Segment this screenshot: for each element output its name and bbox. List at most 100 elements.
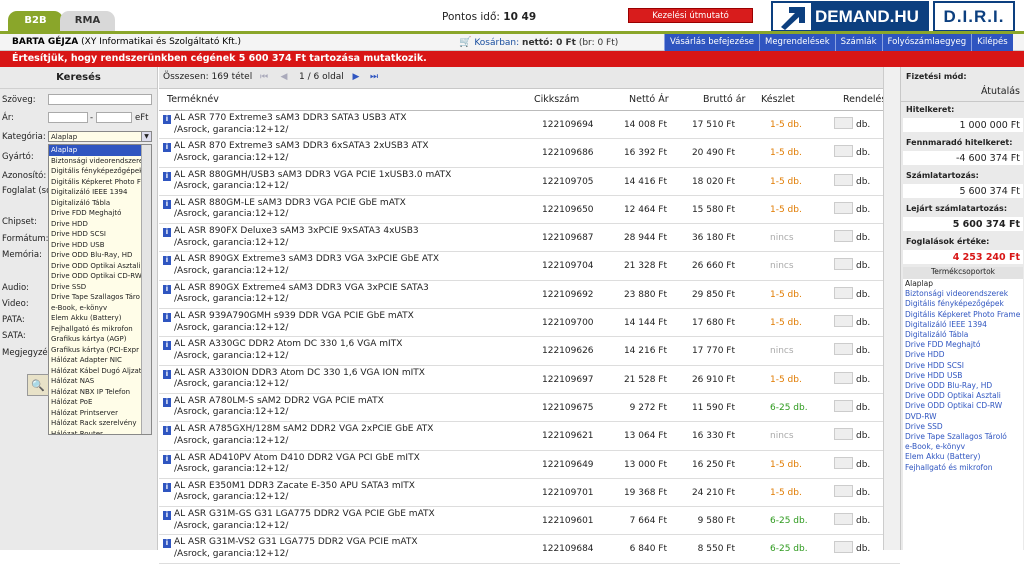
category-option[interactable]: Digitális fényképezőgépek: [49, 166, 151, 177]
product-group-link[interactable]: Drive ODD Optikai Asztali: [903, 391, 1023, 401]
category-option[interactable]: Hálózat PoE: [49, 397, 151, 408]
next-page-icon[interactable]: ▶: [351, 72, 361, 83]
info-icon[interactable]: i: [163, 397, 171, 407]
nav-orders[interactable]: Megrendelések: [758, 34, 835, 51]
first-page-icon[interactable]: ⏮: [259, 72, 269, 83]
category-option[interactable]: Digitalizáló Tábla: [49, 198, 151, 209]
category-option[interactable]: Hálózat Kábel Dugó Aljzat: [49, 366, 151, 377]
order-quantity-input[interactable]: [834, 201, 853, 214]
product-name[interactable]: AL ASR 890GX Extreme4 sAM3 DDR3 VGA 3xPC…: [174, 283, 429, 306]
category-option[interactable]: Grafikus kártya (AGP): [49, 334, 151, 345]
product-name[interactable]: AL ASR A330GC DDR2 Atom DC 330 1,6 VGA m…: [174, 339, 402, 362]
category-option[interactable]: Drive HDD: [49, 219, 151, 230]
category-list-scrollbar[interactable]: [141, 145, 151, 434]
category-option[interactable]: Drive ODD Optikai CD-RW: [49, 271, 151, 282]
category-option[interactable]: Alaplap: [49, 145, 151, 156]
product-group-link[interactable]: Digitalizáló IEEE 1394: [903, 320, 1023, 330]
info-icon[interactable]: i: [163, 228, 171, 238]
product-name[interactable]: AL ASR 880GMH/USB3 sAM3 DDR3 VGA PCIE 1x…: [174, 170, 451, 193]
product-name[interactable]: AL ASR 890FX Deluxe3 sAM3 3xPCIE 9xSATA3…: [174, 226, 419, 249]
category-option[interactable]: Hálózat Rack szerelvény: [49, 418, 151, 429]
product-group-link[interactable]: Drive HDD SCSI: [903, 361, 1023, 371]
category-option[interactable]: Biztonsági videorendszerek: [49, 156, 151, 167]
info-icon[interactable]: i: [163, 171, 171, 181]
product-name[interactable]: AL ASR G31M-GS G31 LGA775 DDR2 VGA PCIE …: [174, 509, 435, 532]
product-name[interactable]: AL ASR 870 Extreme3 sAM3 DDR3 6xSATA3 2x…: [174, 141, 429, 164]
product-group-link[interactable]: Drive HDD: [903, 350, 1023, 360]
info-icon[interactable]: i: [163, 313, 171, 323]
col-sku[interactable]: Cikkszám: [534, 94, 579, 105]
table-scrollbar[interactable]: [883, 67, 900, 550]
product-group-link[interactable]: Biztonsági videorendszerek: [903, 289, 1023, 299]
category-option[interactable]: Hálózat Adapter NIC: [49, 355, 151, 366]
info-icon[interactable]: i: [163, 369, 171, 379]
tab-rma[interactable]: RMA: [60, 11, 115, 31]
category-option[interactable]: Digitális Képkeret Photo F: [49, 177, 151, 188]
order-quantity-input[interactable]: [834, 428, 853, 441]
category-option[interactable]: Drive FDD Meghajtó: [49, 208, 151, 219]
category-dropdown-list[interactable]: Alaplap Biztonsági videorendszerek Digitál…: [48, 144, 152, 435]
product-group-link[interactable]: Drive FDD Meghajtó: [903, 340, 1023, 350]
product-name[interactable]: AL ASR G31M-VS2 G31 LGA775 DDR2 VGA PCIE…: [174, 537, 418, 560]
product-group-link[interactable]: Drive HDD USB: [903, 371, 1023, 381]
order-quantity-input[interactable]: [834, 399, 853, 412]
nav-finish-purchase[interactable]: Vásárlás befejezése: [664, 34, 759, 51]
product-group-link[interactable]: Digitalizáló Tábla: [903, 330, 1023, 340]
category-option[interactable]: e-Book, e-könyv: [49, 303, 151, 314]
info-icon[interactable]: i: [163, 511, 171, 521]
order-quantity-input[interactable]: [834, 258, 853, 271]
prev-page-icon[interactable]: ◀: [279, 72, 289, 83]
category-option[interactable]: Hálózat NBX IP Telefon: [49, 387, 151, 398]
order-quantity-input[interactable]: [834, 343, 853, 356]
last-page-icon[interactable]: ⏭: [369, 72, 379, 83]
info-icon[interactable]: i: [163, 426, 171, 436]
category-option[interactable]: Digitalizáló IEEE 1394: [49, 187, 151, 198]
order-quantity-input[interactable]: [834, 145, 853, 158]
product-group-link[interactable]: Drive ODD Blu-Ray, HD: [903, 381, 1023, 391]
nav-balance[interactable]: Folyószámlaegyeg: [881, 34, 972, 51]
product-name[interactable]: AL ASR 880GM-LE sAM3 DDR3 VGA PCIE GbE m…: [174, 198, 406, 221]
category-option[interactable]: Drive ODD Optikai Asztali: [49, 261, 151, 272]
order-quantity-input[interactable]: [834, 541, 853, 554]
search-text-input[interactable]: [48, 94, 152, 105]
order-quantity-input[interactable]: [834, 484, 853, 497]
category-option[interactable]: Hálózat NAS: [49, 376, 151, 387]
nav-invoices[interactable]: Számlák: [834, 34, 882, 51]
info-icon[interactable]: i: [163, 341, 171, 351]
info-icon[interactable]: i: [163, 143, 171, 153]
product-group-link[interactable]: Drive SSD: [903, 422, 1023, 432]
product-name[interactable]: AL ASR E350M1 DDR3 Zacate E-350 APU SATA…: [174, 481, 415, 504]
product-name[interactable]: AL ASR AD410PV Atom D410 DDR2 VGA PCI Gb…: [174, 453, 420, 476]
info-icon[interactable]: i: [163, 482, 171, 492]
product-group-link[interactable]: Digitális fényképezőgépek: [903, 299, 1023, 309]
info-icon[interactable]: i: [163, 539, 171, 549]
order-quantity-input[interactable]: [834, 315, 853, 328]
category-option[interactable]: Drive Tape Szallagos Táro: [49, 292, 151, 303]
order-quantity-input[interactable]: [834, 230, 853, 243]
info-icon[interactable]: i: [163, 284, 171, 294]
order-quantity-input[interactable]: [834, 173, 853, 186]
tab-b2b[interactable]: B2B: [8, 11, 63, 31]
order-quantity-input[interactable]: [834, 513, 853, 526]
user-guide-button[interactable]: Kezelési útmutató: [628, 8, 753, 23]
cart-summary[interactable]: 🛒 Kosárban: nettó: 0 Ft (br: 0 Ft): [459, 37, 618, 48]
info-icon[interactable]: i: [163, 199, 171, 209]
category-option[interactable]: Grafikus kártya (PCI-Expr: [49, 345, 151, 356]
product-name[interactable]: AL ASR A780LM-S sAM2 DDR2 VGA PCIE mATX /…: [174, 396, 384, 419]
category-option[interactable]: Fejhallgató és mikrofon: [49, 324, 151, 335]
price-min-input[interactable]: [48, 112, 88, 123]
category-option[interactable]: Hálózat Printserver: [49, 408, 151, 419]
category-option[interactable]: Drive HDD SCSI: [49, 229, 151, 240]
product-group-link[interactable]: Digitális Képkeret Photo Frame: [903, 310, 1023, 320]
order-quantity-input[interactable]: [834, 286, 853, 299]
product-name[interactable]: AL ASR A330ION DDR3 Atom DC 330 1,6 VGA …: [174, 368, 425, 391]
col-net[interactable]: Nettó Ár: [629, 94, 669, 105]
product-group-link[interactable]: Fejhallgató és mikrofon: [903, 463, 1023, 473]
product-group-link[interactable]: Alaplap: [903, 279, 1023, 289]
info-icon[interactable]: i: [163, 115, 171, 124]
info-icon[interactable]: i: [163, 256, 171, 266]
product-name[interactable]: AL ASR 939A790GMH s939 DDR VGA PCIE GbE …: [174, 311, 414, 334]
category-option[interactable]: Drive ODD Blu-Ray, HD: [49, 250, 151, 261]
col-name[interactable]: Terméknév: [167, 94, 219, 105]
category-select[interactable]: Alaplap ▼: [48, 131, 152, 142]
